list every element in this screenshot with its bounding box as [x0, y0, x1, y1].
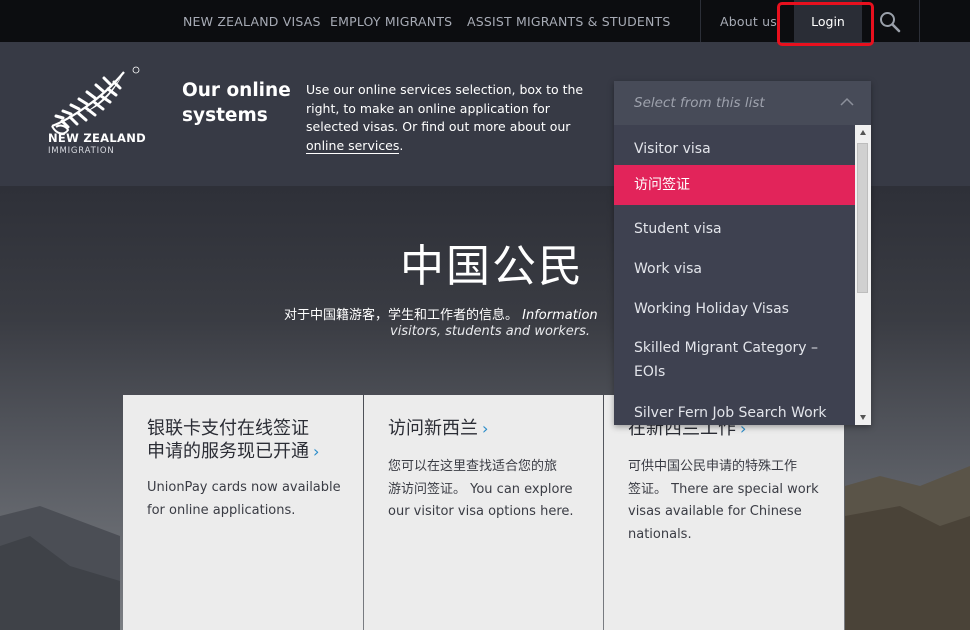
- card-work-in-new-zealand[interactable]: 在新西兰工作 › 可供中国公民申请的特殊工作 签证。 There are spec…: [604, 395, 844, 630]
- nav-divider: [919, 0, 920, 42]
- dropdown-option[interactable]: Visitor visa: [614, 133, 855, 165]
- chevron-right-icon: ›: [313, 442, 320, 461]
- search-icon[interactable]: [878, 10, 902, 34]
- card-title: 银联卡支付在线签证 申请的服务现已开通 ›: [147, 418, 320, 462]
- logo-text-new-zealand: NEW ZEALAND: [48, 131, 146, 145]
- nav-divider: [700, 0, 701, 42]
- dropdown-option[interactable]: Skilled Migrant Category – EOIs: [614, 333, 855, 385]
- dropdown-option[interactable]: Student visa: [614, 213, 855, 245]
- online-systems-title: Our online systems: [182, 80, 291, 126]
- dropdown-scrollbar[interactable]: [855, 125, 871, 425]
- card-body: 可供中国公民申请的特殊工作 签证。 There are special work…: [628, 459, 819, 542]
- logo-text-immigration: IMMIGRATION: [48, 146, 115, 156]
- dropdown-option[interactable]: Work visa: [614, 253, 855, 285]
- nav-employ-migrants[interactable]: EMPLOY MIGRANTS: [330, 0, 452, 42]
- card-visit-new-zealand[interactable]: 访问新西兰 › 您可以在这里查找适合您的旅 游访问签证。 You can expl…: [364, 395, 603, 630]
- card-unionpay[interactable]: 银联卡支付在线签证 申请的服务现已开通 › UnionPay cards now …: [123, 395, 363, 630]
- card-body: UnionPay cards now available for online …: [147, 480, 341, 518]
- dropdown-option-selected[interactable]: 访问签证: [614, 165, 855, 205]
- hero-subtitle: 对于中国籍游客，学生和工作者的信息。 Information: [284, 308, 598, 323]
- dropdown-option[interactable]: Silver Fern Job Search Work: [614, 397, 855, 425]
- nav-new-zealand-visas[interactable]: NEW ZEALAND VISAS: [183, 0, 321, 42]
- online-services-dropdown[interactable]: Select from this list Visitor visa 访问签证 …: [614, 81, 871, 425]
- hero-subtitle-line2: visitors, students and workers.: [390, 324, 591, 339]
- card-body: 您可以在这里查找适合您的旅 游访问签证。 You can explore our…: [388, 459, 574, 519]
- scroll-down-arrow-icon[interactable]: [859, 413, 867, 421]
- chevron-up-icon[interactable]: [840, 97, 854, 107]
- hero-title: 中国公民: [400, 241, 584, 292]
- scrollbar-thumb[interactable]: [857, 143, 868, 293]
- chevron-right-icon: ›: [482, 419, 489, 438]
- nav-assist-migrants-students[interactable]: ASSIST MIGRANTS & STUDENTS: [467, 0, 671, 42]
- scroll-up-arrow-icon[interactable]: [859, 129, 867, 137]
- dropdown-placeholder: Select from this list: [634, 95, 765, 111]
- nav-about-us[interactable]: About us: [720, 0, 777, 42]
- online-services-link[interactable]: online services: [306, 137, 400, 154]
- top-navigation: NEW ZEALAND VISAS EMPLOY MIGRANTS ASSIST…: [0, 0, 970, 42]
- login-button[interactable]: Login: [794, 0, 862, 42]
- card-title: 访问新西兰 ›: [388, 418, 489, 439]
- dropdown-option[interactable]: Working Holiday Visas: [614, 293, 855, 325]
- online-systems-description: Use our online services selection, box t…: [306, 82, 584, 154]
- dropdown-list: Visitor visa 访问签证 Student visa Work visa…: [614, 125, 855, 425]
- dropdown-header[interactable]: Select from this list: [614, 81, 871, 125]
